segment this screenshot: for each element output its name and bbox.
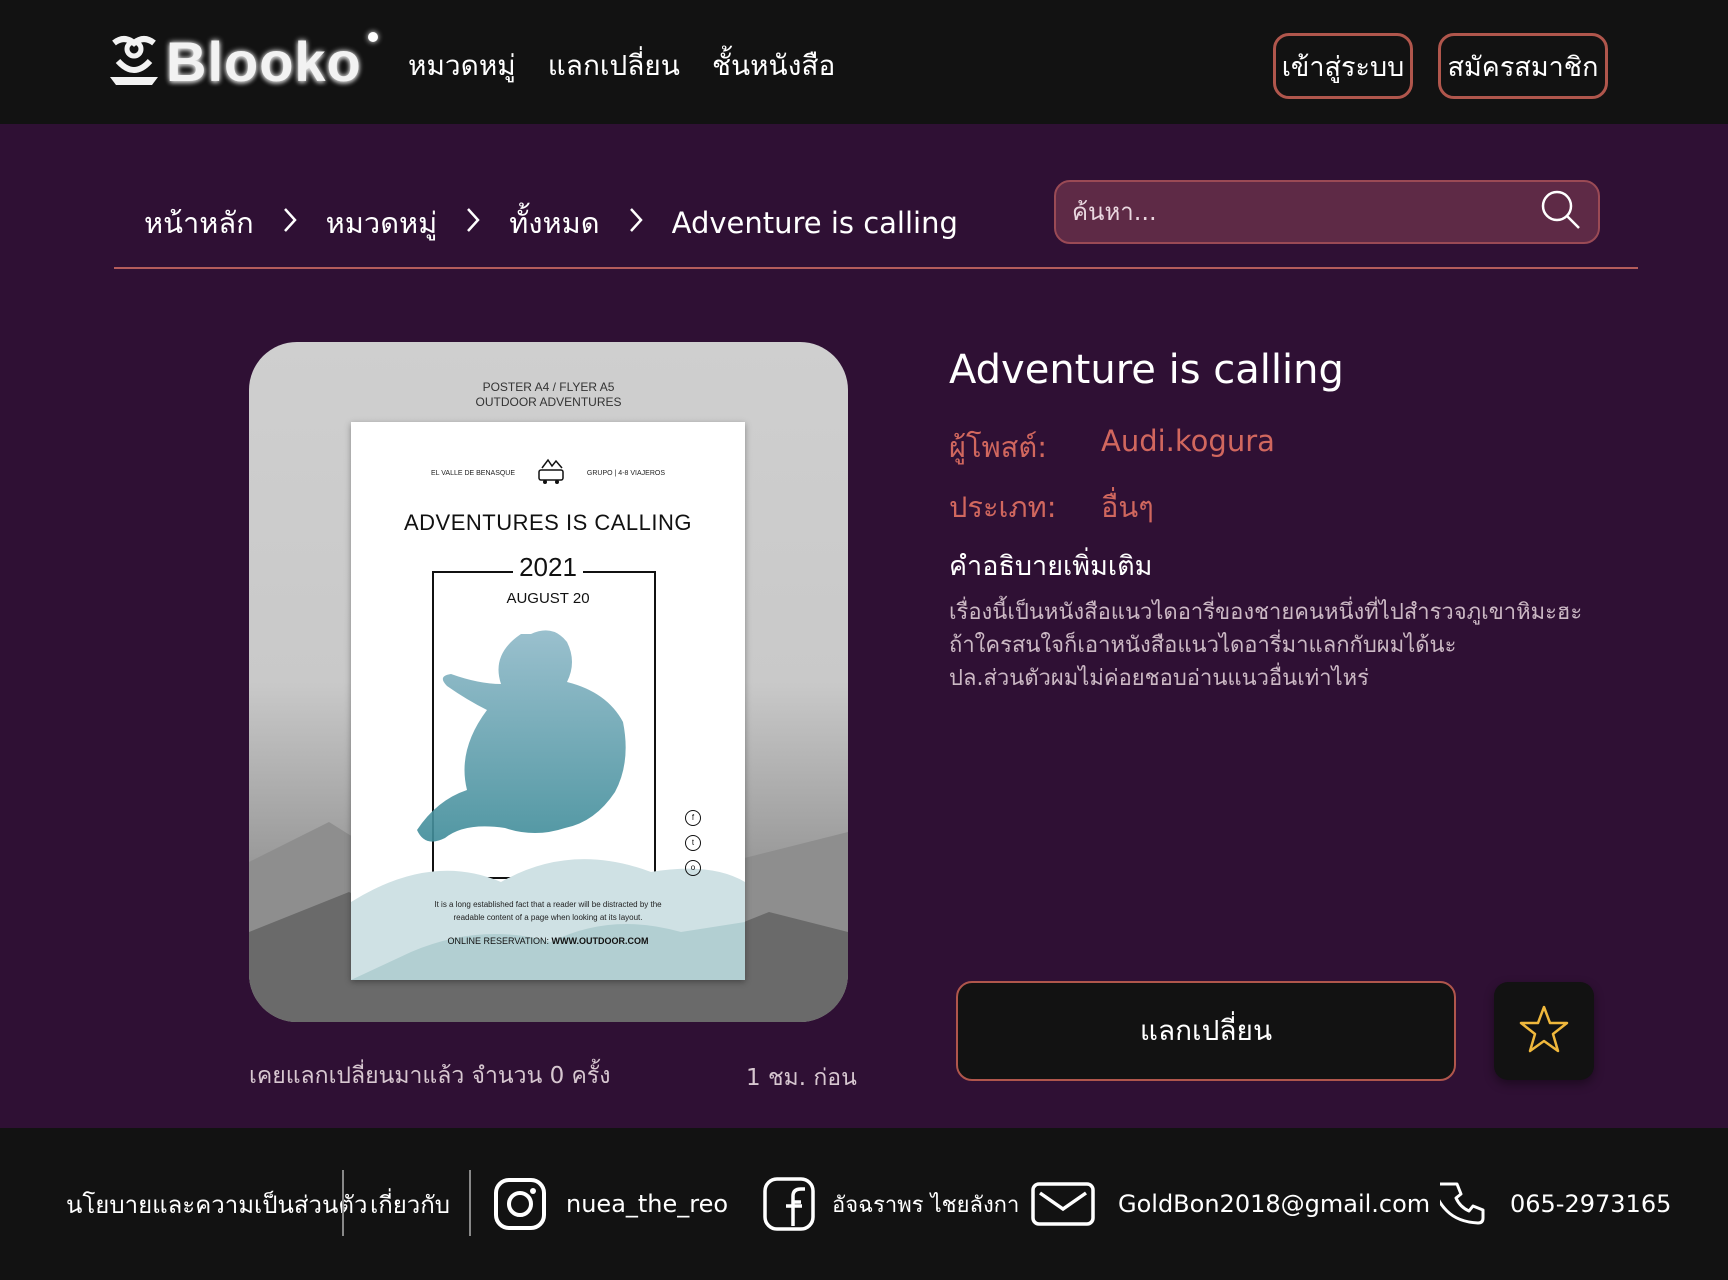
poster-label: ผู้โพสต์: xyxy=(949,430,1047,464)
poster-reservation-url: WWW.OUTDOOR.COM xyxy=(551,936,649,946)
poster-title: ADVENTURES IS CALLING xyxy=(403,510,692,535)
breadcrumb-all[interactable]: ทั้งหมด xyxy=(509,200,599,246)
poster-instagram-icon: o xyxy=(685,860,701,876)
email-address: GoldBon2018@gmail.com xyxy=(1118,1190,1431,1218)
van-icon xyxy=(536,458,566,488)
nav-bookshelf[interactable]: ชั้นหนังสือ xyxy=(712,44,835,88)
poster-twitter-icon: t xyxy=(685,835,701,851)
exchange-count: เคยแลกเปลี่ยนมาแล้ว จำนวน 0 ครั้ง xyxy=(249,1063,611,1089)
poster-top-row: EL VALLE DE BENASQUE GRUPO | 4-8 VIAJERO… xyxy=(351,458,745,488)
breadcrumb-categories[interactable]: หมวดหมู่ xyxy=(326,200,438,246)
chevron-right-icon xyxy=(628,206,644,241)
exchange-button[interactable]: แลกเปลี่ยน xyxy=(956,981,1456,1081)
chevron-right-icon xyxy=(282,206,298,241)
logo-dot xyxy=(367,32,378,42)
breadcrumb: หน้าหลัก หมวดหมู่ ทั้งหมด Adventure is c… xyxy=(144,200,958,246)
login-button[interactable]: เข้าสู่ระบบ xyxy=(1273,33,1413,99)
poster-body-text: It is a long established fact that a rea… xyxy=(434,900,662,922)
star-icon xyxy=(1518,1003,1570,1059)
type-value: อื่นๆ xyxy=(1101,490,1154,524)
footer-privacy-link[interactable]: นโยบายและความเป็นส่วนตัว xyxy=(66,1128,367,1280)
mail-icon xyxy=(1030,1181,1096,1227)
breadcrumb-home[interactable]: หน้าหลัก xyxy=(144,200,254,246)
description-line: เรื่องนี้เป็นหนังสือแนวไดอารี่ของชายคนหน… xyxy=(949,600,1583,625)
favorite-button[interactable] xyxy=(1494,982,1594,1080)
footer-email[interactable]: GoldBon2018@gmail.com xyxy=(1030,1128,1430,1280)
section-divider xyxy=(114,267,1638,269)
posted-time: 1 ชม. ก่อน xyxy=(746,1065,857,1091)
logo[interactable]: Blooko xyxy=(104,26,378,96)
nav-categories[interactable]: หมวดหมู่ xyxy=(408,44,516,88)
poster-facebook-icon: f xyxy=(685,810,701,826)
top-header: Blooko หมวดหมู่ แลกเปลี่ยน ชั้นหนังสือ เ… xyxy=(0,0,1728,124)
cover-header-line2: OUTDOOR ADVENTURES xyxy=(475,395,622,409)
poster-year: 2021 xyxy=(351,552,745,583)
book-title: Adventure is calling xyxy=(949,347,1344,393)
description-line: ปล.ส่วนตัวผมไม่ค่อยชอบอ่านแนวอื่นเท่าไหร… xyxy=(949,666,1369,691)
cover-header: POSTER A4 / FLYER A5 OUTDOOR ADVENTURES xyxy=(249,380,848,410)
poster-reservation: ONLINE RESERVATION: WWW.OUTDOOR.COM xyxy=(351,936,745,946)
description: เรื่องนี้เป็นหนังสือแนวไดอารี่ของชายคนหน… xyxy=(949,596,1589,695)
poster: EL VALLE DE BENASQUE GRUPO | 4-8 VIAJERO… xyxy=(351,422,745,980)
cover-header-line1: POSTER A4 / FLYER A5 xyxy=(482,380,615,394)
footer-about-link[interactable]: เกี่ยวกับ xyxy=(370,1128,450,1280)
hiker-illustration xyxy=(351,630,745,980)
poster-reservation-label: ONLINE RESERVATION: xyxy=(447,936,550,946)
footer: นโยบายและความเป็นส่วนตัว เกี่ยวกับ nuea_… xyxy=(0,1128,1728,1280)
poster-location: EL VALLE DE BENASQUE xyxy=(431,469,516,477)
type-label: ประเภท: xyxy=(949,490,1057,524)
poster-social-icons: f t o xyxy=(685,810,701,876)
description-heading: คำอธิบายเพิ่มเติม xyxy=(949,551,1153,582)
poster-year-text: 2021 xyxy=(513,552,583,582)
poster-date: AUGUST 20 xyxy=(506,590,590,607)
facebook-name: อัจฉราพร ไชยลังกา xyxy=(832,1192,1020,1218)
footer-separator xyxy=(342,1170,344,1236)
type-row: ประเภท: อื่นๆ xyxy=(949,484,1154,530)
breadcrumb-current: Adventure is calling xyxy=(671,206,958,240)
facebook-icon xyxy=(762,1176,816,1232)
poster-row: ผู้โพสต์: Audi.kogura xyxy=(949,424,1275,470)
search-input[interactable] xyxy=(1072,198,1540,226)
nav-exchange[interactable]: แลกเปลี่ยน xyxy=(548,44,680,88)
logo-text: Blooko xyxy=(166,29,362,93)
phone-icon xyxy=(1440,1181,1486,1227)
main-nav: หมวดหมู่ แลกเปลี่ยน ชั้นหนังสือ xyxy=(408,44,835,88)
search-icon[interactable] xyxy=(1540,189,1582,235)
poster-group: GRUPO | 4-8 VIAJEROS xyxy=(586,469,665,477)
footer-facebook[interactable]: อัจฉราพร ไชยลังกา xyxy=(762,1128,1019,1280)
instagram-handle: nuea_the_reo xyxy=(566,1190,729,1218)
signup-button[interactable]: สมัครสมาชิก xyxy=(1438,33,1608,99)
poster-name[interactable]: Audi.kogura xyxy=(1101,424,1275,470)
footer-phone[interactable]: 065-2973165 xyxy=(1440,1128,1671,1280)
phone-number: 065-2973165 xyxy=(1510,1190,1672,1218)
chevron-right-icon xyxy=(465,206,481,241)
footer-separator xyxy=(469,1170,471,1236)
search-bar xyxy=(1054,180,1600,244)
instagram-icon xyxy=(492,1176,548,1232)
book-cover-image: POSTER A4 / FLYER A5 OUTDOOR ADVENTURES … xyxy=(249,342,848,1022)
footer-instagram[interactable]: nuea_the_reo xyxy=(492,1128,728,1280)
description-line: ถ้าใครสนใจก็เอาหนังสือแนวไดอารี่มาแลกกับ… xyxy=(949,633,1457,658)
logo-icon xyxy=(104,31,164,91)
